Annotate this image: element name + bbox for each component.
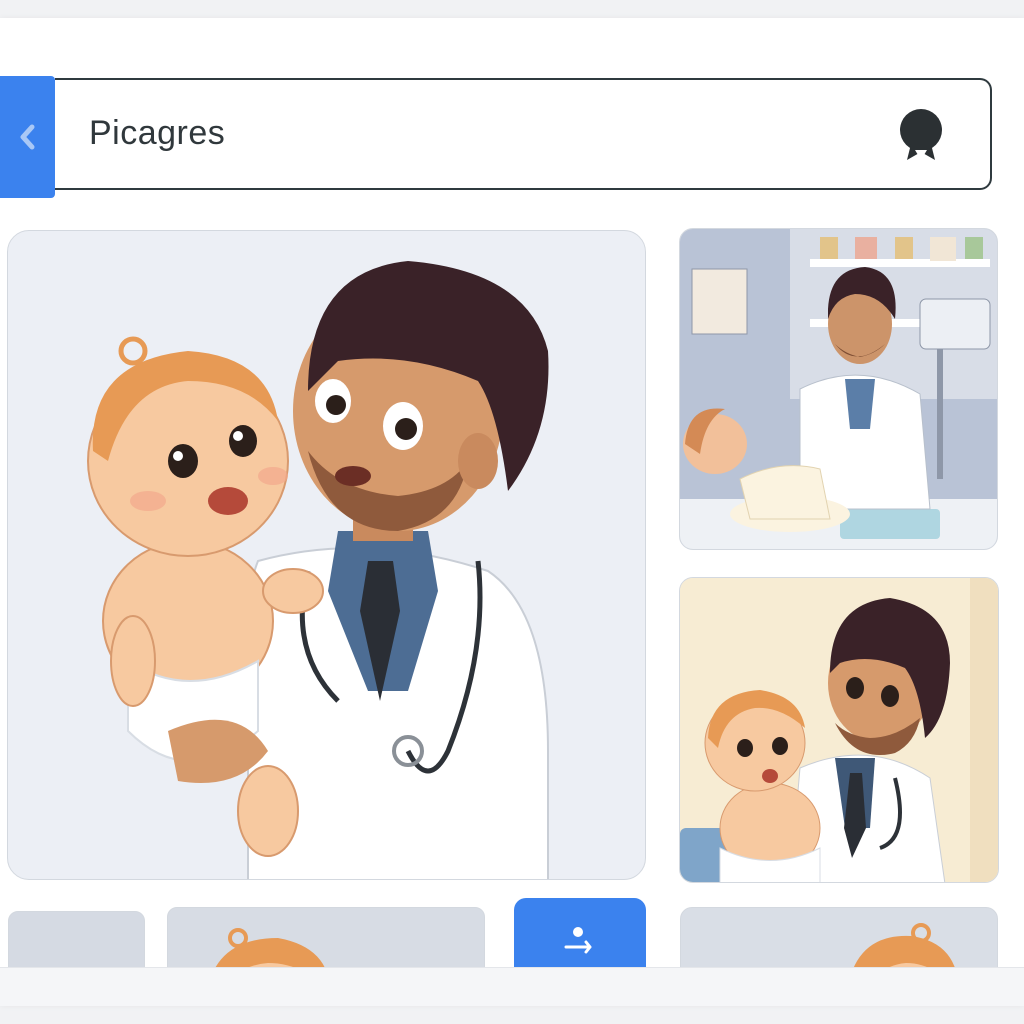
clinic-illustration [680, 229, 997, 549]
app-frame: Picagres [0, 18, 1024, 1006]
image-card-doctor-baby[interactable] [679, 577, 999, 883]
doctor-baby-small-illustration [680, 578, 998, 882]
bottom-bar [0, 967, 1024, 1006]
search-input[interactable]: Picagres [89, 114, 225, 153]
image-card-main[interactable] [7, 230, 646, 880]
doctor-baby-illustration [87, 261, 549, 879]
image-card-clinic[interactable] [679, 228, 998, 550]
back-button[interactable] [0, 76, 55, 198]
badge-icon[interactable] [896, 108, 946, 164]
chevron-left-icon [20, 124, 34, 150]
search-bar[interactable]: Picagres [55, 78, 992, 190]
user-arrow-icon [564, 927, 592, 954]
